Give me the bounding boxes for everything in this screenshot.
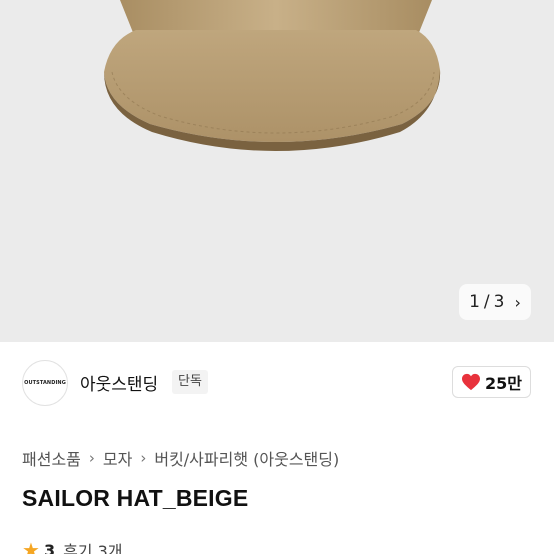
exclusive-badge: 단독 <box>172 370 208 394</box>
breadcrumb-item-bucket-safari[interactable]: 버킷/사파리햇 (아웃스탠딩) <box>154 446 339 470</box>
brand-name-link[interactable]: 아웃스탠딩 <box>80 370 158 395</box>
product-title: SAILOR HAT_BEIGE <box>22 485 249 511</box>
product-image-gallery[interactable]: 1 / 3 › <box>0 0 554 342</box>
star-icon: ★ <box>22 538 40 554</box>
chevron-right-icon: › <box>140 449 147 467</box>
pager-current: 1 <box>469 292 480 312</box>
like-button[interactable]: 25만 <box>452 366 531 398</box>
image-pager[interactable]: 1 / 3 › <box>459 284 531 320</box>
chevron-right-icon: › <box>88 449 95 467</box>
breadcrumb-item-fashion-accessories[interactable]: 패션소품 <box>22 446 81 470</box>
review-count-link[interactable]: 후기 3개 <box>63 538 122 554</box>
like-count: 25만 <box>485 374 522 393</box>
brand-logo-text: OUTSTANDING <box>24 380 66 386</box>
chevron-right-icon[interactable]: › <box>514 293 520 312</box>
brand-logo[interactable]: OUTSTANDING <box>22 360 68 406</box>
breadcrumb: 패션소품 › 모자 › 버킷/사파리햇 (아웃스탠딩) <box>22 446 339 470</box>
heart-icon <box>462 373 480 391</box>
product-rating[interactable]: ★ 3 후기 3개 <box>22 538 123 554</box>
breadcrumb-item-hats[interactable]: 모자 <box>103 446 132 470</box>
pager-total: 3 <box>493 292 505 312</box>
pager-separator: / <box>483 292 490 312</box>
rating-score: 3 <box>43 540 56 554</box>
